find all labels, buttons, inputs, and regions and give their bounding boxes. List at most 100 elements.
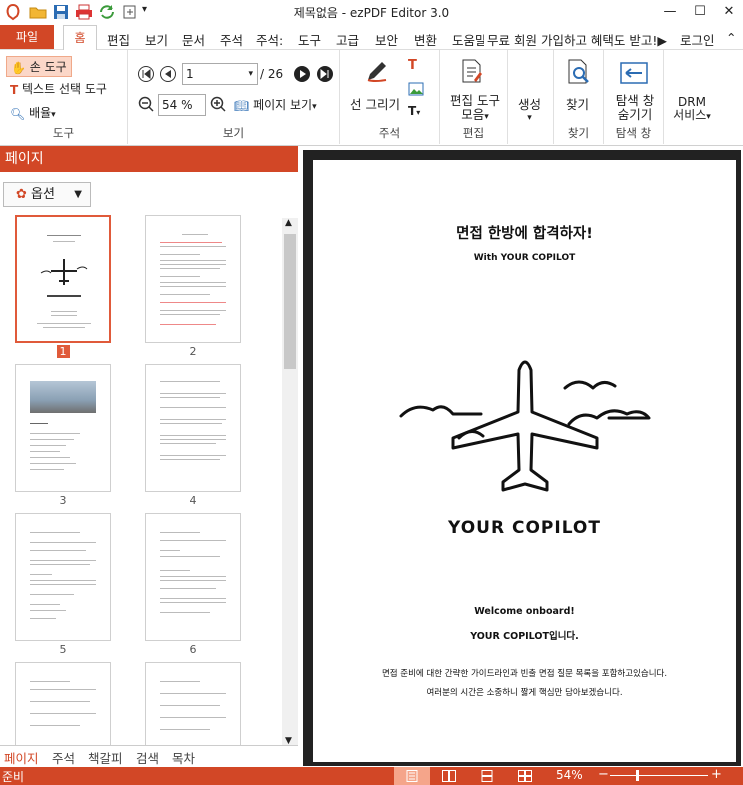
last-page-icon[interactable] bbox=[317, 66, 333, 82]
gear-icon: ✿ bbox=[16, 187, 27, 202]
page-thumbnail-3[interactable] bbox=[15, 364, 111, 492]
next-page-icon[interactable] bbox=[294, 66, 310, 82]
draw-line-button[interactable]: 선 그리기 bbox=[350, 94, 400, 113]
find-icon bbox=[568, 59, 589, 84]
title-bar: ▾ 제목없음 - ezPDF Editor 3.0 — ☐ ✕ bbox=[0, 0, 743, 24]
file-menu[interactable]: 파일 bbox=[0, 25, 54, 49]
menu-bar: 파일 홈 편집 보기 문서 주석 주석: 도구 고급 보안 변환 도움말 무료 … bbox=[0, 24, 743, 51]
maximize-button[interactable]: ☐ bbox=[686, 3, 714, 21]
edit-tools-button[interactable]: 편집 도구 모음▾ bbox=[446, 94, 504, 124]
promo-link[interactable]: 무료 회원 가입하고 혜택도 받고!▶ bbox=[487, 30, 667, 49]
tab-annotations[interactable]: 주석 bbox=[52, 748, 75, 767]
tab-advanced[interactable]: 고급 bbox=[336, 30, 359, 49]
tab-annotation-2[interactable]: 주석: bbox=[256, 30, 283, 49]
minimize-button[interactable]: — bbox=[656, 3, 684, 21]
page-thumbnail-label: 3 bbox=[59, 494, 67, 507]
group-tools: ✋ 손 도구 T 텍스트 선택 도구 🔍︎ 배율▾ 도구 bbox=[0, 50, 128, 144]
hand-icon: ✋ bbox=[11, 60, 26, 75]
options-button[interactable]: ✿ 옵션 ▼ bbox=[3, 182, 91, 207]
zoom-slider[interactable] bbox=[610, 775, 708, 776]
zoom-field[interactable]: 54 % bbox=[158, 94, 206, 116]
book-icon: 📖︎ bbox=[234, 98, 250, 113]
tab-pages[interactable]: 페이지 bbox=[4, 748, 39, 767]
zoom-out-button[interactable]: − bbox=[598, 767, 609, 782]
pdf-page[interactable]: 면접 한방에 합격하자! With YOUR COPILOT YOUR COPI… bbox=[313, 160, 736, 762]
page-thumbnail-label: 1 bbox=[15, 345, 111, 358]
options-label: 옵션 bbox=[31, 187, 55, 202]
page-number-field[interactable]: 1 ▾ bbox=[182, 63, 258, 85]
page-thumbnail-6[interactable] bbox=[145, 513, 241, 641]
group-find: 찾기 찾기 bbox=[554, 50, 604, 144]
continuous-page-icon[interactable] bbox=[481, 770, 493, 782]
group-drm: DRM 서비스▾ bbox=[664, 50, 720, 144]
close-button[interactable]: ✕ bbox=[715, 3, 743, 21]
hide-nav-button[interactable]: 탐색 창 숨기기 bbox=[610, 94, 660, 122]
page-view-button[interactable]: 📖︎ 페이지 보기▾ bbox=[234, 96, 317, 113]
hide-nav-label: 탐색 창 bbox=[615, 93, 655, 108]
zoom-button[interactable]: 🔍︎ 배율▾ bbox=[10, 104, 56, 121]
page-thumbnail-2[interactable] bbox=[145, 215, 241, 343]
document-view[interactable]: 면접 한방에 합격하자! With YOUR COPILOT YOUR COPI… bbox=[298, 146, 743, 767]
page-thumbnail-1[interactable] bbox=[15, 215, 111, 343]
zoom-slider-handle[interactable] bbox=[636, 770, 639, 781]
group-annotation: 선 그리기 T T▾ 주석 bbox=[340, 50, 440, 144]
edit-tools-label-2: 모음 bbox=[461, 107, 485, 122]
edit-tools-label: 편집 도구 bbox=[450, 93, 500, 108]
first-page-icon[interactable] bbox=[138, 66, 154, 82]
edit-document-icon bbox=[462, 59, 482, 83]
status-text: 준비 bbox=[2, 770, 25, 784]
tab-view[interactable]: 보기 bbox=[145, 30, 168, 49]
two-page-icon[interactable] bbox=[442, 770, 456, 782]
tab-edit[interactable]: 편집 bbox=[107, 30, 130, 49]
page-thumbnail-4[interactable] bbox=[145, 364, 241, 492]
zoom-label: 배율 bbox=[29, 106, 52, 120]
ribbon: ✋ 손 도구 T 텍스트 선택 도구 🔍︎ 배율▾ 도구 1 ▾ / 26 54… bbox=[0, 50, 743, 146]
tab-bookmarks[interactable]: 책갈피 bbox=[88, 748, 123, 767]
single-page-view-button[interactable] bbox=[394, 767, 430, 785]
airplane-photo bbox=[30, 381, 96, 413]
scroll-up-icon[interactable]: ▲ bbox=[285, 218, 292, 228]
window-title: 제목없음 - ezPDF Editor 3.0 bbox=[293, 6, 450, 20]
tab-security[interactable]: 보안 bbox=[375, 30, 398, 49]
image-icon[interactable] bbox=[408, 82, 424, 96]
text-style-icon[interactable]: T▾ bbox=[408, 104, 420, 118]
pen-icon bbox=[367, 62, 387, 82]
group-create: 생성 ▾ bbox=[508, 50, 554, 144]
thumbnail-scrollbar[interactable]: ▲ ▼ bbox=[282, 218, 298, 746]
hand-tool-button[interactable]: ✋ 손 도구 bbox=[6, 56, 72, 77]
continuous-two-page-icon[interactable] bbox=[518, 770, 532, 782]
text-select-button[interactable]: T 텍스트 선택 도구 bbox=[10, 80, 107, 97]
zoom-in-button[interactable]: + bbox=[711, 767, 722, 782]
drm-label-2: 서비스 bbox=[673, 108, 707, 122]
create-label: 생성 bbox=[518, 97, 542, 112]
chevron-down-icon: ▾ bbox=[248, 69, 253, 79]
tab-annotation[interactable]: 주석 bbox=[220, 30, 243, 49]
tab-document[interactable]: 문서 bbox=[182, 30, 205, 49]
find-button[interactable]: 찾기 bbox=[566, 94, 589, 113]
pages-panel: 페이지 ✿ 옵션 ▼ 1 2 3 4 5 6 ▲ ▼ 페이지 주석 책갈피 검색… bbox=[0, 146, 298, 767]
zoom-out-icon[interactable] bbox=[138, 96, 154, 112]
page-thumbnail-label: 6 bbox=[189, 643, 197, 656]
tab-search[interactable]: 검색 bbox=[136, 748, 159, 767]
prev-page-icon[interactable] bbox=[160, 66, 176, 82]
tab-help[interactable]: 도움말 bbox=[452, 30, 484, 49]
page-thumbnail-5[interactable] bbox=[15, 513, 111, 641]
text-box-icon[interactable]: T bbox=[408, 58, 417, 73]
tab-convert[interactable]: 변환 bbox=[414, 30, 437, 49]
page-thumbnail-8[interactable] bbox=[145, 662, 241, 746]
panel-tabs: 페이지 주석 책갈피 검색 목차 bbox=[0, 745, 298, 767]
page-thumbnail-label: 2 bbox=[189, 345, 197, 358]
scrollbar-thumb[interactable] bbox=[284, 234, 296, 369]
tab-tools[interactable]: 도구 bbox=[298, 30, 321, 49]
zoom-in-icon[interactable] bbox=[210, 96, 226, 112]
tab-home[interactable]: 홈 bbox=[63, 25, 97, 51]
page-thumbnail-7[interactable] bbox=[15, 662, 111, 746]
drm-service-button[interactable]: DRM 서비스▾ bbox=[668, 96, 716, 124]
group-view: 1 ▾ / 26 54 % 📖︎ 페이지 보기▾ 보기 bbox=[128, 50, 340, 144]
magnifier-icon: 🔍︎ bbox=[10, 106, 26, 121]
tab-toc[interactable]: 목차 bbox=[172, 748, 195, 767]
collapse-ribbon-icon[interactable]: ⌃ bbox=[726, 30, 736, 45]
group-nav: 탐색 창 숨기기 탐색 창 bbox=[604, 50, 664, 144]
login-link[interactable]: 로그인 bbox=[680, 30, 715, 49]
create-button[interactable]: 생성 ▾ bbox=[518, 94, 541, 123]
